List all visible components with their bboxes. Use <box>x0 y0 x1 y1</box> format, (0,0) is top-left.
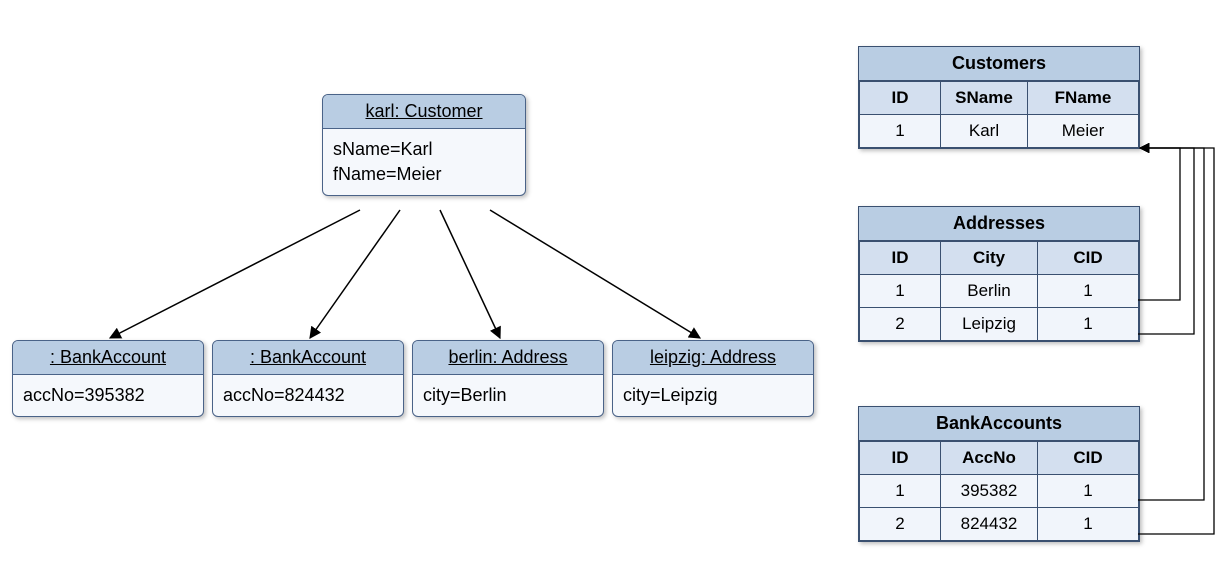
uml-attr: fName=Meier <box>333 162 515 187</box>
db-table-bankaccounts: BankAccounts ID AccNo CID 1 395382 1 2 8… <box>858 406 1140 542</box>
uml-attr: accNo=395382 <box>23 383 193 408</box>
db-table-customers: Customers ID SName FName 1 Karl Meier <box>858 46 1140 149</box>
uml-attr: city=Berlin <box>423 383 593 408</box>
uml-object-title: karl: Customer <box>365 101 482 121</box>
uml-attr: accNo=824432 <box>223 383 393 408</box>
table-row: 1 Karl Meier <box>860 115 1139 148</box>
col-header: AccNo <box>941 442 1038 475</box>
col-header: City <box>941 242 1038 275</box>
col-header: FName <box>1028 82 1139 115</box>
uml-attr: city=Leipzig <box>623 383 803 408</box>
table-row: 2 Leipzig 1 <box>860 308 1139 341</box>
db-table-title: BankAccounts <box>859 407 1139 441</box>
table-row: 1 395382 1 <box>860 475 1139 508</box>
col-header: CID <box>1038 242 1139 275</box>
uml-object-title: berlin: Address <box>448 347 567 367</box>
col-header: ID <box>860 242 941 275</box>
db-table-title: Customers <box>859 47 1139 81</box>
uml-object-title: : BankAccount <box>250 347 366 367</box>
uml-object-addr-berlin: berlin: Address city=Berlin <box>412 340 604 417</box>
col-header: SName <box>941 82 1028 115</box>
uml-attr: sName=Karl <box>333 137 515 162</box>
col-header: ID <box>860 82 941 115</box>
db-table-title: Addresses <box>859 207 1139 241</box>
db-table-addresses: Addresses ID City CID 1 Berlin 1 2 Leipz… <box>858 206 1140 342</box>
col-header: CID <box>1038 442 1139 475</box>
uml-object-customer: karl: Customer sName=Karl fName=Meier <box>322 94 526 196</box>
table-row: 2 824432 1 <box>860 508 1139 541</box>
uml-object-bank2: : BankAccount accNo=824432 <box>212 340 404 417</box>
uml-object-title: leipzig: Address <box>650 347 776 367</box>
uml-object-addr-leipzig: leipzig: Address city=Leipzig <box>612 340 814 417</box>
uml-object-title: : BankAccount <box>50 347 166 367</box>
table-row: 1 Berlin 1 <box>860 275 1139 308</box>
uml-object-bank1: : BankAccount accNo=395382 <box>12 340 204 417</box>
col-header: ID <box>860 442 941 475</box>
